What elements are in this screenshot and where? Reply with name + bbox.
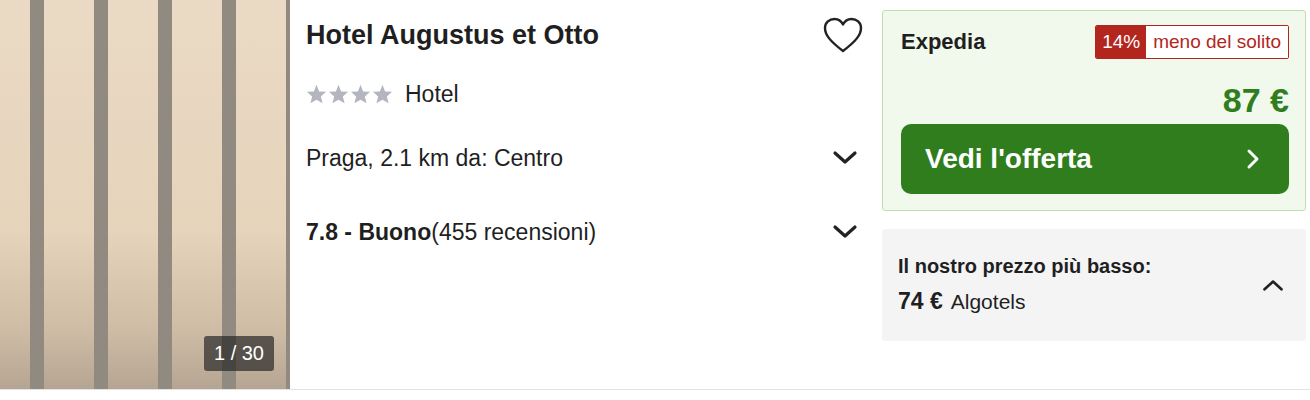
star-icon (306, 84, 327, 104)
deal-box: Expedia 14%meno del solito 87 € Vedi l'offe… (882, 10, 1306, 211)
lowest-price-label: Il nostro prezzo più basso: (898, 255, 1151, 278)
chevron-right-icon (1245, 147, 1261, 171)
rating-score: 7.8 - Buono (306, 219, 431, 245)
discount-badge: 14%meno del solito (1095, 25, 1289, 59)
card-tabs-strip (0, 390, 1310, 400)
hotel-result-page: 1 / 30 Hotel Augustus et Otto Hotel Praga, … (0, 0, 1310, 400)
price-column: Expedia 14%meno del solito 87 € Vedi l'offe… (882, 0, 1310, 389)
star-icon (350, 84, 371, 104)
lowest-price-box[interactable]: Il nostro prezzo più basso: 74 € Algotels (882, 229, 1306, 341)
chevron-icon (832, 150, 858, 166)
chevron-icon (1262, 278, 1284, 292)
deal-provider: Expedia (901, 29, 985, 55)
hotel-card: 1 / 30 Hotel Augustus et Otto Hotel Praga, … (0, 0, 1310, 390)
photo-counter: 1 / 30 (204, 336, 274, 371)
location-text: Praga, 2.1 km da: Centro (306, 145, 563, 172)
hotel-name[interactable]: Hotel Augustus et Otto (306, 20, 599, 51)
hotel-photo[interactable]: 1 / 30 (0, 0, 290, 389)
lowest-provider: Algotels (951, 290, 1026, 314)
location-row[interactable]: Praga, 2.1 km da: Centro (306, 142, 866, 174)
chevron-icon (832, 224, 858, 240)
rating-row[interactable]: 7.8 - Buono(455 recensioni) (306, 216, 866, 248)
favorite-button[interactable] (822, 16, 864, 54)
hotel-type: Hotel (405, 81, 459, 108)
star-rating (306, 84, 393, 104)
deal-price: 87 € (901, 81, 1289, 120)
view-deal-button[interactable]: Vedi l'offerta (901, 124, 1289, 194)
lowest-price: 74 € (898, 288, 943, 315)
review-count: (455 recensioni) (431, 219, 596, 245)
star-icon (328, 84, 349, 104)
hotel-info: Hotel Augustus et Otto Hotel Praga, 2.1 km… (290, 0, 882, 389)
heart-icon (822, 16, 864, 54)
star-icon (372, 84, 393, 104)
